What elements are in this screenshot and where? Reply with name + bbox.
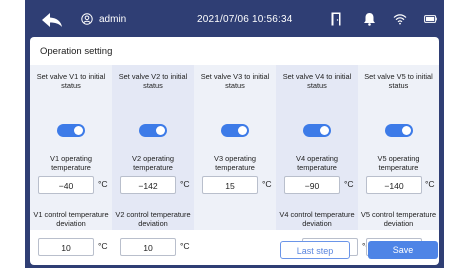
toggle-knob bbox=[238, 126, 247, 135]
user-icon bbox=[81, 13, 93, 25]
valve-column-v2: Set valve V2 to initial status V2 operat… bbox=[112, 65, 194, 230]
toggle-knob bbox=[74, 126, 83, 135]
door-icon[interactable] bbox=[331, 12, 341, 26]
panel-title: Operation setting bbox=[40, 46, 113, 57]
operating-temperature-input-v2[interactable]: −142 bbox=[120, 176, 176, 194]
operation-setting-panel: Operation setting Set valve V1 to initia… bbox=[30, 37, 439, 265]
toggle-knob bbox=[402, 126, 411, 135]
temperature-unit: °C bbox=[262, 179, 272, 189]
deviation-label-v2: V2 control temperature deviation bbox=[115, 210, 191, 228]
toggle-knob bbox=[320, 126, 329, 135]
operating-temperature-label-v4: V4 operating temperature bbox=[296, 154, 338, 172]
valve-column-v3: Set valve V3 to initial status V3 operat… bbox=[194, 65, 276, 230]
temperature-unit: °C bbox=[180, 179, 190, 189]
temperature-unit: °C bbox=[98, 241, 108, 251]
back-arrow-icon[interactable] bbox=[41, 12, 63, 28]
last-step-button[interactable]: Last step bbox=[280, 241, 350, 259]
set-valve-label-v5: Set valve V5 to initial status bbox=[364, 72, 433, 90]
status-bar: admin 2021/07/06 10:56:34 bbox=[25, 0, 444, 40]
device-frame: admin 2021/07/06 10:56:34 Operation sett… bbox=[25, 0, 444, 268]
set-valve-label-v4: Set valve V4 to initial status bbox=[282, 72, 352, 90]
valve-column-v5: Set valve V5 to initial status V5 operat… bbox=[358, 65, 439, 230]
wifi-icon[interactable] bbox=[393, 13, 407, 25]
operating-temperature-label-v5: V5 operating temperature bbox=[377, 154, 420, 172]
set-valve-label-v2: Set valve V2 to initial status bbox=[118, 72, 188, 90]
valve-toggle-v2[interactable] bbox=[139, 124, 167, 137]
operating-temperature-input-v3[interactable]: 15 bbox=[202, 176, 258, 194]
deviation-input-v2[interactable]: 10 bbox=[120, 238, 176, 256]
valve-toggle-v3[interactable] bbox=[221, 124, 249, 137]
temperature-unit: °C bbox=[344, 179, 354, 189]
valve-toggle-v5[interactable] bbox=[385, 124, 413, 137]
deviation-label-v4: V4 control temperature deviation bbox=[279, 210, 355, 228]
valve-toggle-v4[interactable] bbox=[303, 124, 331, 137]
operating-temperature-input-v1[interactable]: −40 bbox=[38, 176, 94, 194]
save-button[interactable]: Save bbox=[368, 241, 438, 259]
bell-icon[interactable] bbox=[363, 12, 376, 26]
operating-temperature-input-v4[interactable]: −90 bbox=[284, 176, 340, 194]
set-valve-label-v1: Set valve V1 to initial status bbox=[36, 72, 106, 90]
operating-temperature-label-v1: V1 operating temperature bbox=[50, 154, 92, 172]
datetime: 2021/07/06 10:56:34 bbox=[197, 14, 293, 25]
valve-column-v4: Set valve V4 to initial status V4 operat… bbox=[276, 65, 358, 230]
operating-temperature-label-v2: V2 operating temperature bbox=[132, 154, 174, 172]
deviation-label-v5: V5 control temperature deviation bbox=[360, 210, 437, 228]
valve-toggle-v1[interactable] bbox=[57, 124, 85, 137]
temperature-unit: °C bbox=[98, 179, 108, 189]
valve-grid: Set valve V1 to initial status V1 operat… bbox=[30, 65, 439, 230]
deviation-label-v1: V1 control temperature deviation bbox=[33, 210, 109, 228]
operating-temperature-label-v3: V3 operating temperature bbox=[214, 154, 256, 172]
battery-icon bbox=[424, 15, 437, 23]
valve-column-v1: Set valve V1 to initial status V1 operat… bbox=[30, 65, 112, 230]
temperature-unit: °C bbox=[180, 241, 190, 251]
operating-temperature-input-v5[interactable]: −140 bbox=[366, 176, 422, 194]
temperature-unit: °C bbox=[425, 179, 435, 189]
set-valve-label-v3: Set valve V3 to initial status bbox=[200, 72, 270, 90]
toggle-knob bbox=[156, 126, 165, 135]
deviation-input-v1[interactable]: 10 bbox=[38, 238, 94, 256]
user-name: admin bbox=[99, 14, 127, 25]
